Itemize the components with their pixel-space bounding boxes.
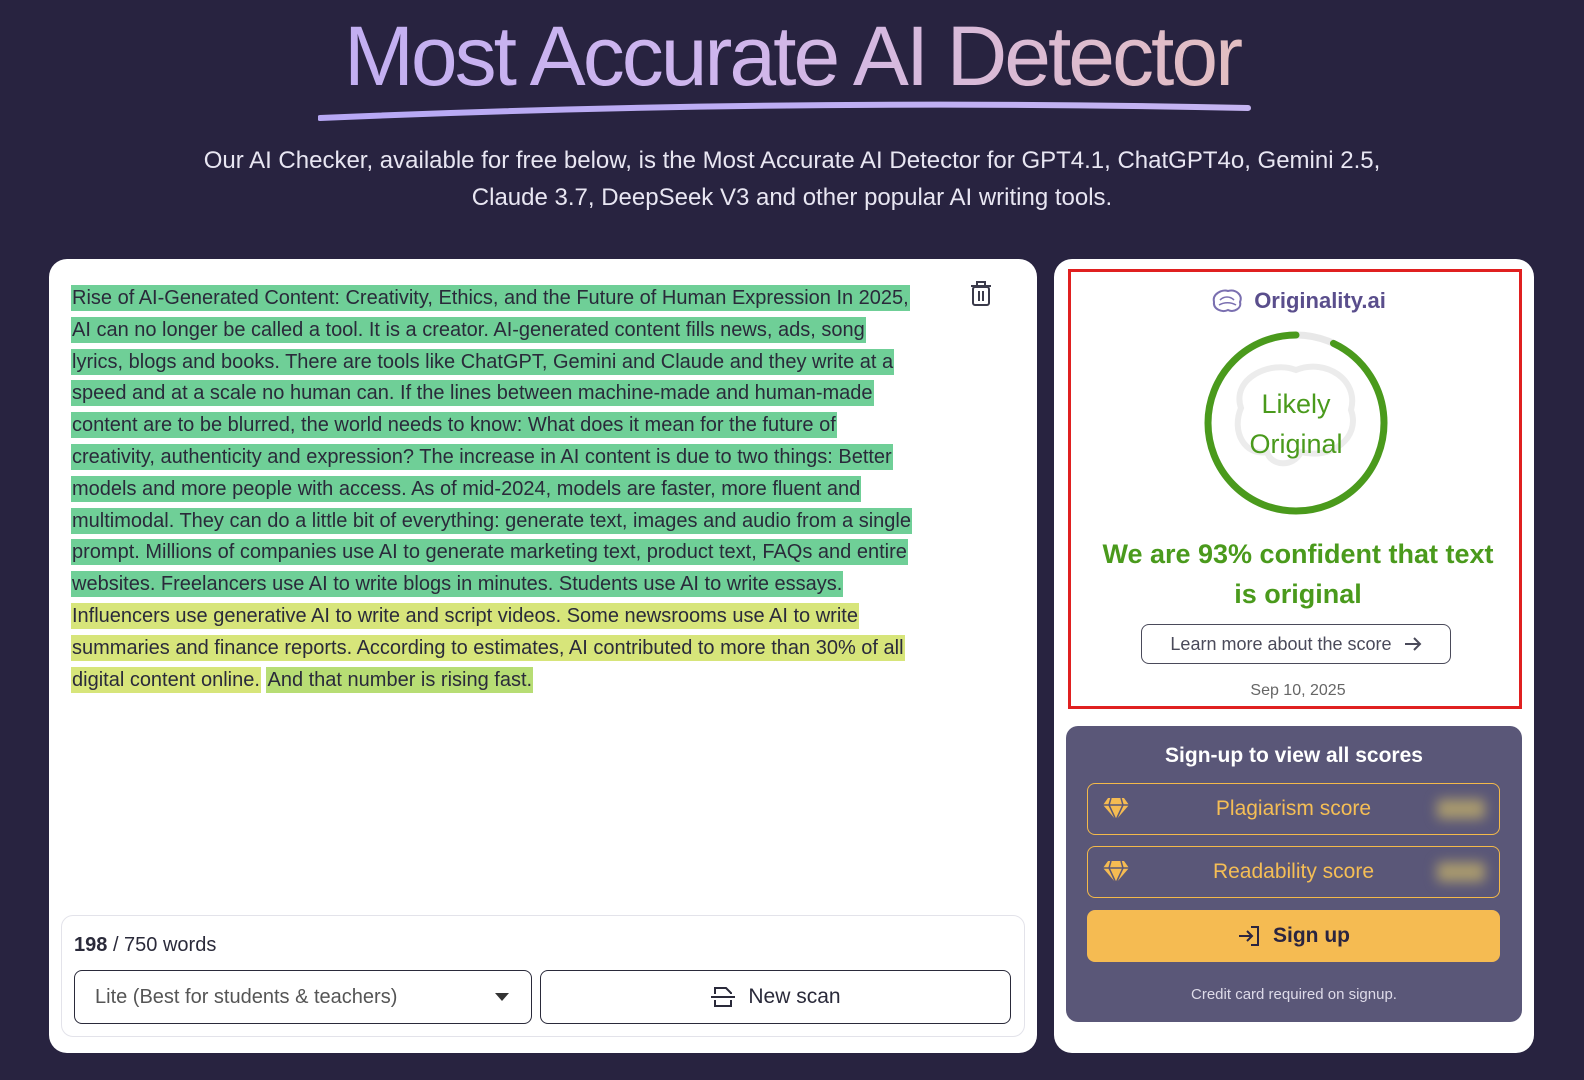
page-title: Most Accurate AI Detector bbox=[0, 8, 1584, 105]
learn-more-button[interactable]: Learn more about the score bbox=[1141, 624, 1451, 664]
chevron-down-icon bbox=[495, 993, 509, 1001]
plagiarism-score-button[interactable]: Plagiarism score bbox=[1087, 783, 1500, 835]
login-icon bbox=[1239, 926, 1259, 946]
credit-card-note: Credit card required on signup. bbox=[1191, 986, 1397, 1003]
highlighted-result-frame: Originality.ai Likely Original We are 93… bbox=[1068, 269, 1522, 709]
brand: Originality.ai bbox=[1071, 288, 1525, 314]
brand-name: Originality.ai bbox=[1254, 288, 1386, 313]
word-limit: / 750 words bbox=[112, 934, 217, 956]
highlight-mixed-segment: And that number is rising fast. bbox=[266, 666, 534, 693]
word-count-value: 198 bbox=[74, 934, 108, 956]
subtitle-line: Our AI Checker, available for free below… bbox=[203, 147, 1381, 174]
scan-date: Sep 10, 2025 bbox=[1250, 682, 1346, 699]
arrow-right-icon bbox=[1404, 637, 1421, 651]
brain-logo-icon bbox=[1212, 289, 1242, 312]
text-editor-card: Rise of AI-Generated Content: Creativity… bbox=[49, 259, 1037, 1053]
confidence-statement: We are 93% confident that text is origin… bbox=[1081, 534, 1515, 614]
new-scan-button[interactable]: New scan bbox=[540, 970, 1011, 1024]
new-scan-label: New scan bbox=[748, 985, 841, 1008]
scan-mode-value: Lite (Best for students & teachers) bbox=[95, 985, 398, 1008]
editor-footer: 198 / 750 words Lite (Best for students … bbox=[61, 915, 1025, 1037]
gauge-label-line: Original bbox=[1249, 429, 1343, 459]
blurred-score-value bbox=[1437, 862, 1485, 882]
learn-more-label: Learn more about the score bbox=[1170, 633, 1392, 654]
scan-mode-select[interactable]: Lite (Best for students & teachers) bbox=[74, 970, 532, 1024]
scan-icon bbox=[711, 987, 736, 1007]
title-underline bbox=[318, 101, 1251, 121]
word-count: 198 / 750 words bbox=[74, 934, 216, 957]
analyzed-text[interactable]: Rise of AI-Generated Content: Creativity… bbox=[71, 283, 921, 696]
gauge-label: Likely Original bbox=[1201, 384, 1391, 464]
sign-up-button[interactable]: Sign up bbox=[1087, 910, 1500, 962]
sign-up-label: Sign up bbox=[1273, 924, 1350, 947]
highlight-original-segment: Rise of AI-Generated Content: Creativity… bbox=[71, 285, 912, 598]
result-card: Originality.ai Likely Original We are 93… bbox=[1054, 259, 1534, 1053]
confidence-line: We are 93% confident that text bbox=[1102, 539, 1494, 569]
confidence-line: is original bbox=[1234, 579, 1362, 609]
subtitle-line: Claude 3.7, DeepSeek V3 and other popula… bbox=[471, 184, 1113, 211]
signup-title: Sign-up to view all scores bbox=[1165, 744, 1423, 767]
gauge-label-line: Likely bbox=[1261, 389, 1331, 419]
page-subtitle: Our AI Checker, available for free below… bbox=[120, 142, 1464, 216]
trash-icon[interactable] bbox=[969, 281, 993, 307]
blurred-score-value bbox=[1437, 799, 1485, 819]
readability-score-button[interactable]: Readability score bbox=[1087, 846, 1500, 898]
signup-panel: Sign-up to view all scores Plagiarism sc… bbox=[1066, 726, 1522, 1022]
